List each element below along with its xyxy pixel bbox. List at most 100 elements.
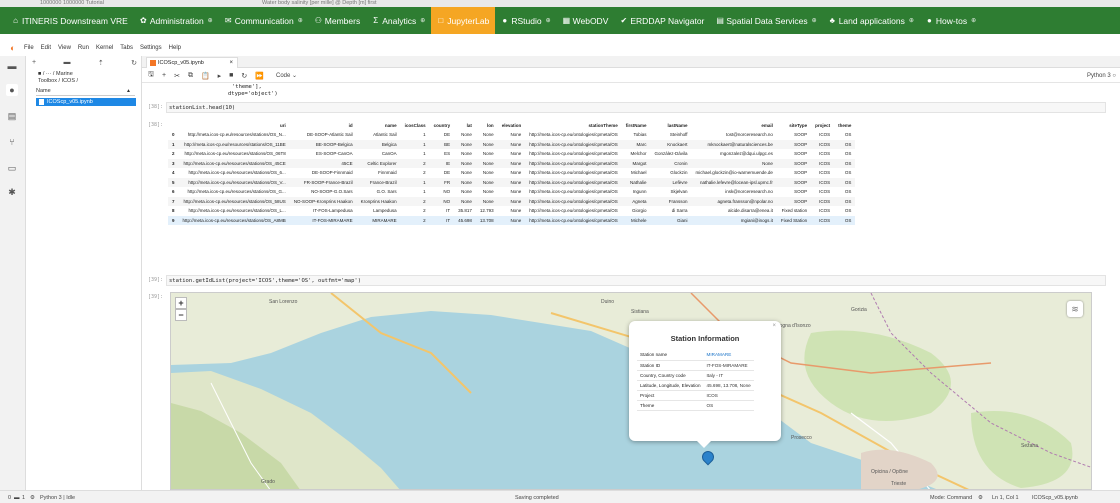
nav-item-how-tos[interactable]: ● How-tos ⊕	[920, 7, 982, 34]
file-list-header[interactable]: Name ▲	[36, 88, 135, 96]
table-row: 2 http://meta.icos-cp.eu/resources/statio…	[168, 149, 855, 159]
zoom-out-button[interactable]: −	[175, 309, 187, 321]
cut-icon[interactable]: ✂	[174, 72, 180, 80]
menu-tabs[interactable]: Tabs	[120, 45, 133, 51]
nav-item-land-applications[interactable]: ♣ Land applications ⊕	[823, 7, 920, 34]
table-cell: http://meta.icos-cp.eu/ontologies/cpmeta…	[529, 208, 618, 214]
table-cell: FR-SOOP-France-Brazil	[289, 177, 357, 187]
chat-icon: ✉	[224, 16, 232, 25]
tabs-icon[interactable]: ▭	[6, 162, 18, 174]
table-cell: 45.698	[454, 215, 476, 225]
menu-kernel[interactable]: Kernel	[96, 45, 113, 51]
status-count[interactable]: 0	[8, 495, 11, 501]
kernel-name[interactable]: Python 3 ○	[1087, 73, 1116, 79]
menu-edit[interactable]: Edit	[41, 45, 51, 51]
table-cell: OS	[834, 196, 856, 206]
square-icon: □	[438, 16, 444, 25]
table-cell: SOOP	[776, 177, 812, 187]
nav-item-label: Land applications	[838, 15, 905, 26]
kernel-status-icon: ⚙	[30, 495, 35, 501]
table-cell: None	[461, 151, 472, 157]
output-text: dtype='object')	[228, 91, 278, 97]
top-strip-right-text: Water body salinity [per mille] @ Depth …	[262, 0, 377, 6]
upload-icon[interactable]: ⇡	[98, 59, 104, 67]
paste-icon[interactable]: 📋	[201, 72, 210, 80]
popup-row-value[interactable]: MIRAMARE	[703, 350, 754, 361]
popup-table: Station name MIRAMARE Station ID IT-FOS-MIR…	[637, 350, 754, 411]
breadcrumb-sub[interactable]: Toolbox / ICOS /	[38, 78, 78, 84]
menu-settings[interactable]: Settings	[140, 45, 162, 51]
table-cell: ICOS	[819, 151, 831, 157]
new-launcher-icon[interactable]: +	[32, 59, 36, 67]
notebook-content: 'theme'], dtype='object') [38]: stationL…	[142, 84, 1120, 490]
table-cell: Giani	[650, 215, 692, 225]
running-icon[interactable]: ●	[6, 84, 18, 96]
extension-icon[interactable]: ✱	[6, 186, 18, 198]
nav-item-itineris-downstream-vre[interactable]: ⌂ ITINERIS Downstream VRE	[6, 7, 134, 34]
dropdown-caret-icon: ⊕	[971, 18, 977, 24]
file-item[interactable]: ICOScp_v05.ipynb	[36, 98, 136, 106]
layers-icon[interactable]: ≋	[1067, 301, 1083, 317]
code-cell[interactable]: station.getIdList(project='ICOS',theme='…	[166, 275, 1106, 286]
left-sidebar: ▬ ● ▤ ⑂ ▭ ✱	[0, 56, 26, 490]
close-icon[interactable]: ×	[772, 323, 776, 329]
nav-item-webodv[interactable]: ▦ WebODV	[557, 7, 615, 34]
column-header: lat	[466, 123, 472, 128]
commands-icon[interactable]: ▤	[6, 110, 18, 122]
main-navbar: ⌂ ITINERIS Downstream VRE ✿ Administration ⊕…	[0, 7, 1120, 34]
folder-icon[interactable]: ▬	[6, 60, 18, 72]
name-column-header[interactable]: Name	[36, 88, 51, 94]
nav-item-analytics[interactable]: Σ Analytics ⊕	[366, 7, 431, 34]
cell-type-select[interactable]: Code ⌄	[276, 72, 297, 79]
breadcrumb[interactable]: ■ / ··· / Marine	[38, 71, 73, 77]
nav-item-members[interactable]: ⚇ Members	[309, 7, 366, 34]
table-header-row: uri id name icosClass country lat lon elevation…	[168, 121, 855, 130]
menu-view[interactable]: View	[58, 45, 71, 51]
refresh-icon[interactable]: ↻	[131, 59, 137, 67]
stop-icon[interactable]: ■	[229, 72, 233, 79]
nav-item-jupyterlab[interactable]: □ JupyterLab	[431, 7, 496, 34]
table-cell: Marc	[621, 139, 651, 149]
sort-caret-icon: ▲	[126, 88, 131, 94]
table-cell: OS	[844, 151, 852, 157]
nav-item-erddap-navigator[interactable]: ✔ ERDDAP Navigator	[614, 7, 710, 34]
tab-notebook[interactable]: ICOScp_v05.ipynb ×	[146, 57, 238, 68]
popup-row-label: Latitude, Longitude, Elevation	[637, 380, 704, 391]
nav-item-label: How-tos	[935, 15, 968, 26]
output-prompt: [38]:	[148, 122, 164, 128]
status-count[interactable]: 1	[22, 495, 25, 501]
git-icon[interactable]: ⑂	[6, 136, 18, 148]
leaflet-map[interactable]: San Lorenzo Duino Sistiana Gorizia Savog…	[170, 292, 1092, 490]
close-icon[interactable]: ×	[229, 58, 233, 68]
nav-item-rstudio[interactable]: ● RStudio ⊕	[495, 7, 556, 34]
nav-item-communication[interactable]: ✉ Communication ⊕	[219, 7, 309, 34]
restart-icon[interactable]: ↻	[241, 72, 247, 80]
table-cell: IT-FOS-Lampedusa	[313, 208, 353, 214]
dataframe-table: uri id name icosClass country lat lon elevation…	[168, 121, 856, 225]
new-folder-icon[interactable]: ▬	[63, 59, 70, 67]
circle-icon: ●	[502, 16, 508, 25]
map-label: San Lorenzo	[269, 299, 298, 305]
code-cell[interactable]: stationList.head(10)	[166, 102, 1106, 113]
fast-forward-icon[interactable]: ⏩	[255, 72, 264, 80]
menu-file[interactable]: File	[24, 45, 34, 51]
cursor-position[interactable]: Ln 1, Col 1	[992, 495, 1019, 501]
table-cell: NO	[443, 189, 451, 195]
nav-item-administration[interactable]: ✿ Administration ⊕	[134, 7, 219, 34]
save-icon[interactable]: 🖫	[148, 70, 154, 81]
copy-icon[interactable]: ⧉	[188, 72, 193, 80]
menu-help[interactable]: Help	[169, 45, 181, 51]
table-cell: None	[482, 151, 494, 157]
mode-status[interactable]: Mode: Command	[930, 495, 972, 501]
kernel-status[interactable]: Python 3 | Idle	[40, 495, 75, 501]
table-cell: http://meta.icos-cp.eu/ontologies/cpmeta…	[525, 139, 622, 149]
popup-tip	[697, 441, 711, 448]
zoom-in-button[interactable]: +	[175, 297, 187, 309]
menu-run[interactable]: Run	[78, 45, 89, 51]
run-icon[interactable]: ▸	[218, 72, 222, 80]
gear-icon: ✿	[139, 16, 147, 25]
nav-item-spatial-data-services[interactable]: ▤ Spatial Data Services ⊕	[710, 7, 822, 34]
insert-cell-icon[interactable]: +	[162, 72, 166, 79]
column-header: lastName	[667, 123, 688, 128]
nav-item-label: ERDDAP Navigator	[630, 15, 705, 26]
